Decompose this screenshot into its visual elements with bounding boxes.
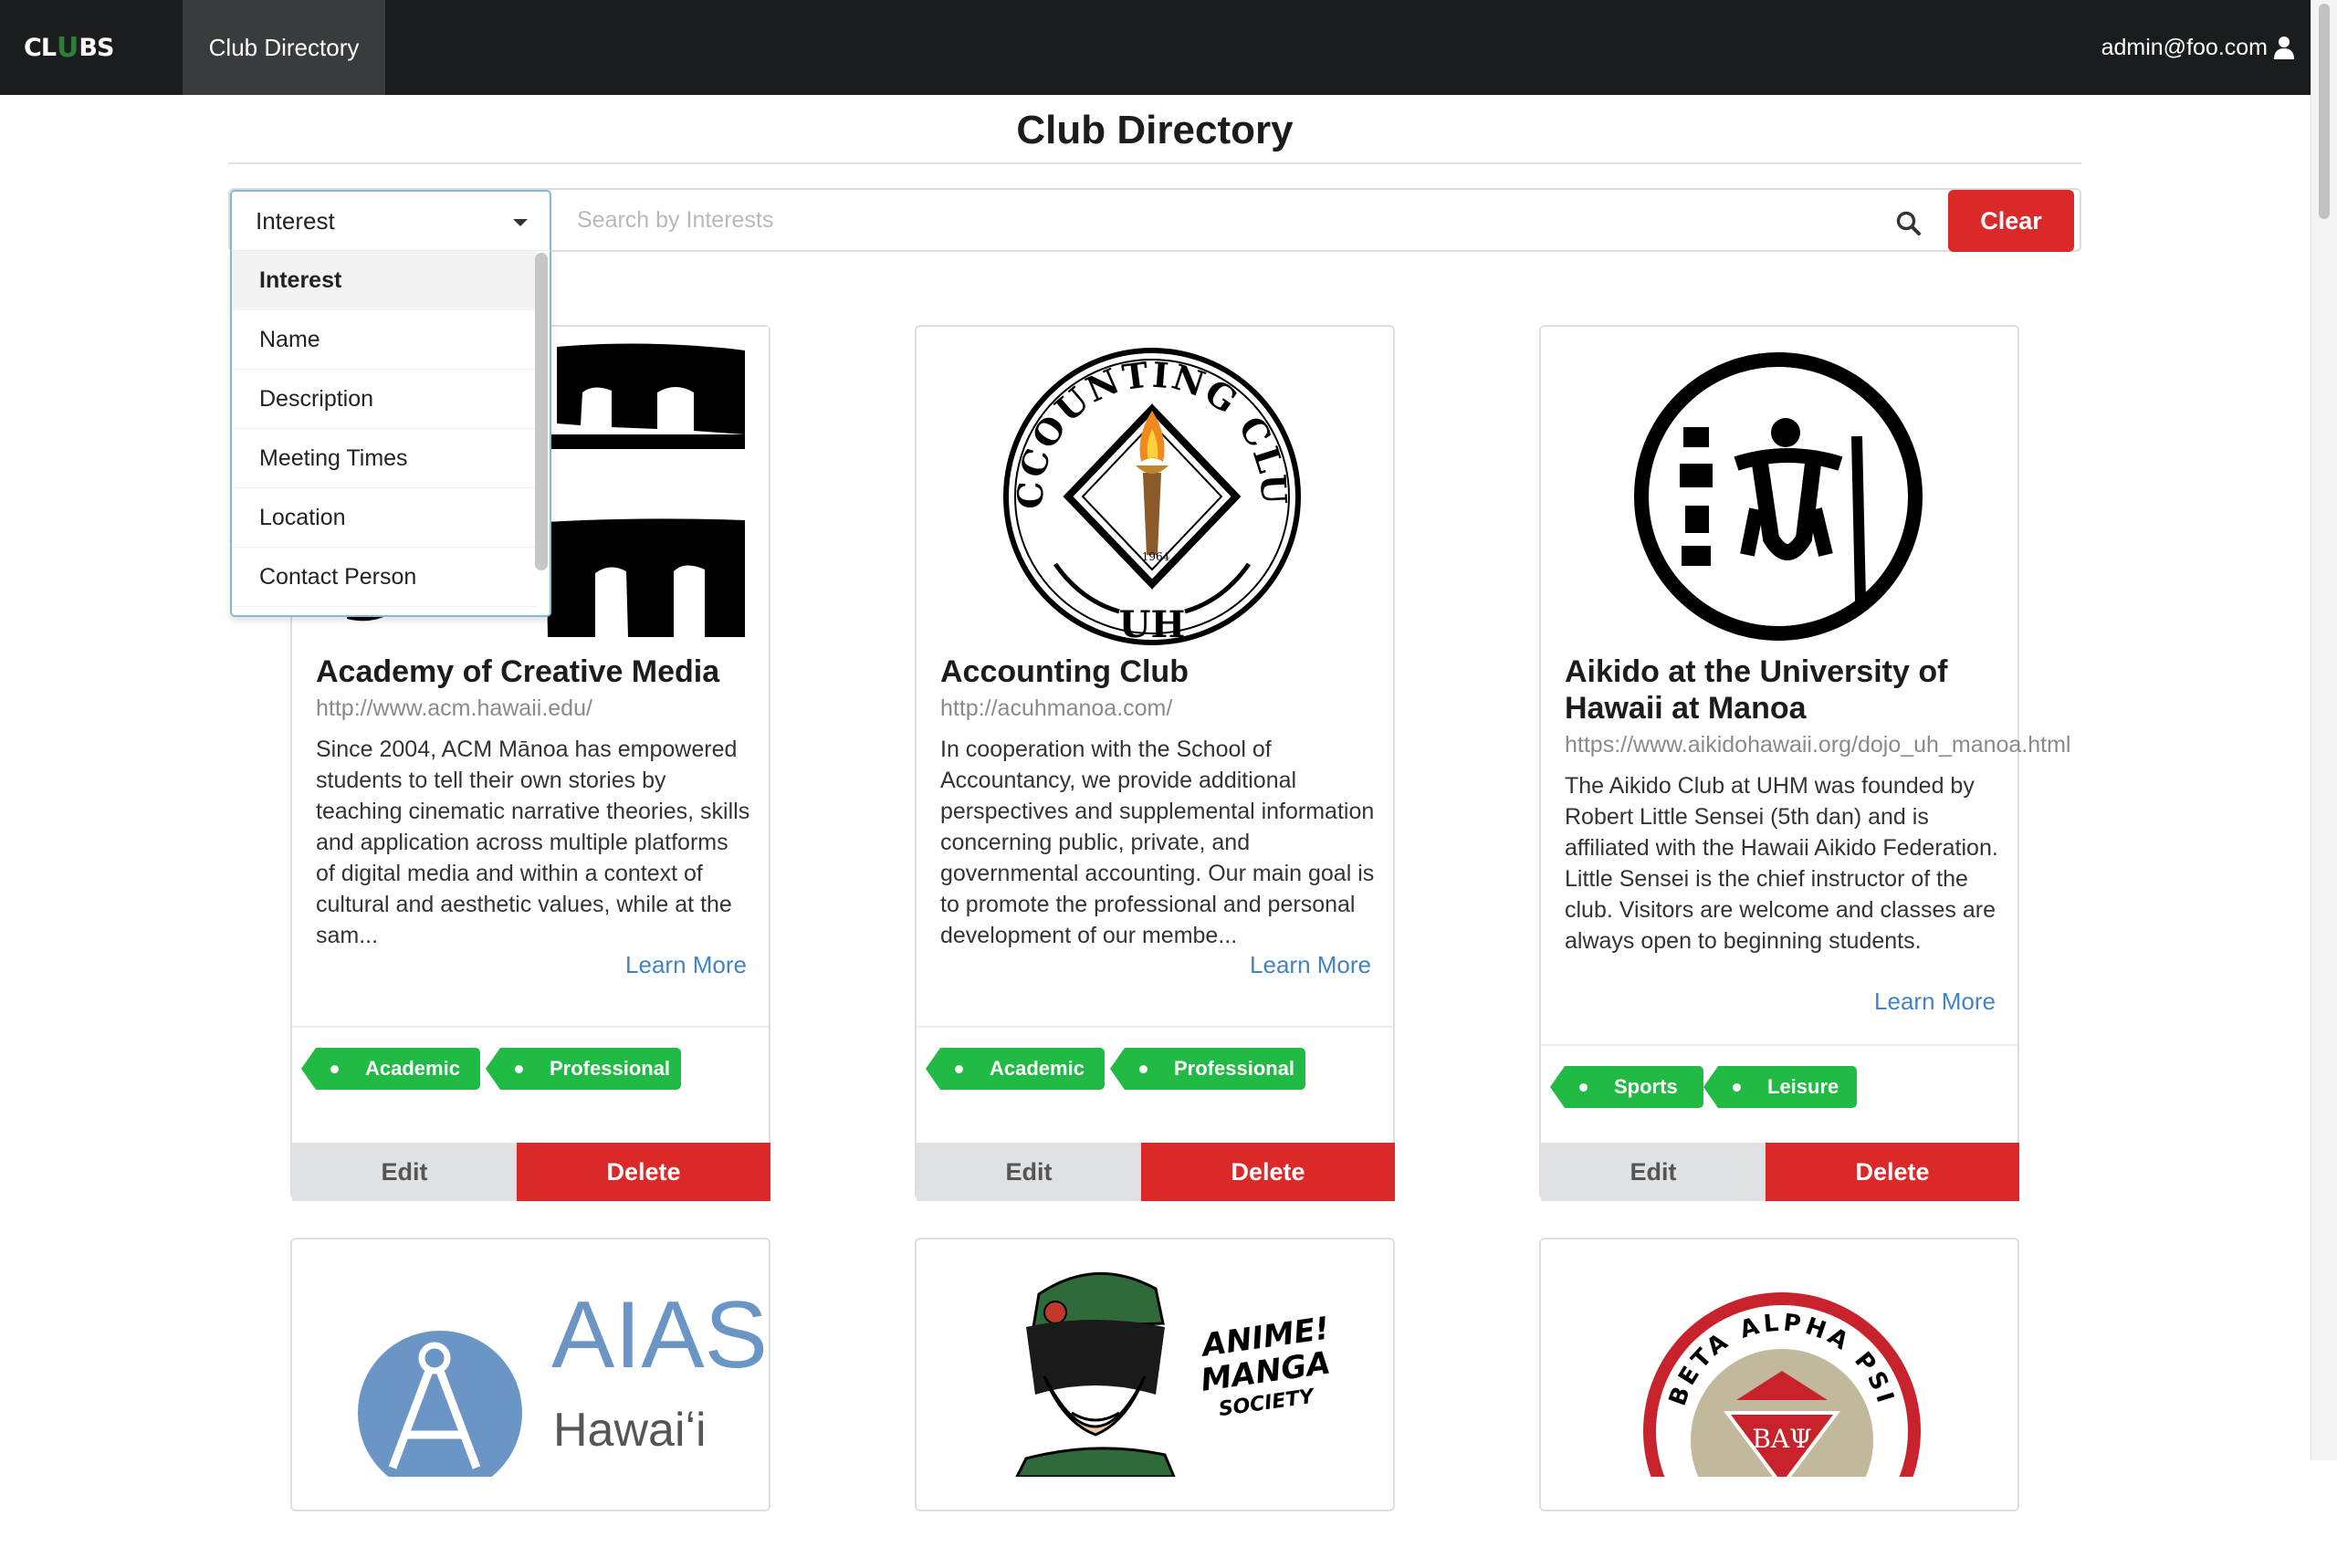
club-card: ANIME! MANGA SOCIETY (915, 1238, 1395, 1511)
card-divider (292, 1026, 769, 1028)
dropdown-option-name[interactable]: Name (232, 310, 537, 370)
user-menu[interactable]: admin@foo.com (2101, 0, 2295, 95)
page-scrollbar-thumb[interactable] (2319, 4, 2330, 219)
tag-label: Academic (990, 1057, 1085, 1080)
nav-item-label: Club Directory (208, 33, 360, 61)
club-description: Since 2004, ACM Mānoa has empowered stud… (316, 737, 750, 948)
club-url[interactable]: https://www.aikidohawaii.org/dojo_uh_man… (1565, 732, 2070, 758)
logo-bottom-text: UH (1119, 603, 1186, 646)
search-placeholder: Search by Interests (577, 206, 774, 233)
logo-letters: BAΨ (1752, 1424, 1811, 1454)
club-logo-image (1541, 327, 2017, 655)
club-card: ACCOUNTING CLUB UH 1964 Accounting Club … (915, 325, 1395, 1201)
club-description: The Aikido Club at UHM was founded by Ro… (1565, 773, 1998, 954)
club-title[interactable]: Aikido at the University of Hawaii at Ma… (1565, 653, 1994, 727)
anime-manga-logo: ANIME! MANGA SOCIETY (1014, 1272, 1333, 1479)
tag-dot-icon (1139, 1065, 1148, 1073)
learn-more-link[interactable]: Learn More (625, 951, 747, 979)
card-divider (1541, 1044, 2017, 1046)
aias-logo: AIAS Hawaiʻi (358, 1282, 768, 1495)
club-title[interactable]: Accounting Club (940, 653, 1369, 690)
accounting-club-logo: ACCOUNTING CLUB UH 1964 (917, 327, 1301, 646)
club-card: Aikido at the University of Hawaii at Ma… (1539, 325, 2070, 1201)
user-icon (2274, 37, 2294, 59)
delete-button[interactable]: Delete (1141, 1143, 1395, 1201)
clear-button[interactable]: Clear (1948, 190, 2074, 252)
club-url[interactable]: http://www.acm.hawaii.edu/ (316, 695, 592, 722)
learn-more-link[interactable]: Learn More (1874, 988, 1996, 1016)
logo-year: 1964 (1142, 550, 1170, 563)
delete-button[interactable]: Delete (1766, 1143, 2019, 1201)
tag-dot-icon (515, 1065, 523, 1073)
aikido-logo (1634, 352, 1923, 641)
dropdown-option-interest[interactable]: Interest (232, 251, 537, 310)
dropdown-option-contact-person[interactable]: Contact Person (232, 548, 537, 607)
edit-button[interactable]: Edit (292, 1143, 517, 1201)
logo-text: ANIME! MANGA SOCIETY (1197, 1311, 1333, 1422)
brand-prefix: CL (24, 33, 57, 62)
tag-professional[interactable]: Professional (486, 1048, 681, 1090)
tag-academic[interactable]: Academic (926, 1048, 1105, 1090)
tag-label: Academic (365, 1057, 460, 1080)
page-title: Club Directory (1016, 108, 1294, 152)
dropdown-option-description[interactable]: Description (232, 370, 537, 429)
search-field-dropdown: Interest Name Description Meeting Times … (230, 250, 551, 617)
delete-button[interactable]: Delete (517, 1143, 770, 1201)
tag-dot-icon (1733, 1083, 1741, 1092)
brand-logo[interactable]: CL U BS (24, 31, 161, 64)
club-card: BETA ALPHA PSI BAΨ (1539, 1238, 2019, 1568)
club-description: In cooperation with the School of Accoun… (940, 737, 1375, 948)
learn-more-link[interactable]: Learn More (1250, 951, 1371, 979)
edit-button[interactable]: Edit (1541, 1143, 1766, 1201)
dropdown-option-meeting-times[interactable]: Meeting Times (232, 429, 537, 488)
club-logo-image: BETA ALPHA PSI BAΨ (1541, 1239, 2017, 1568)
tag-professional[interactable]: Professional (1110, 1048, 1305, 1090)
brand-suffix: BS (79, 33, 114, 62)
club-title[interactable]: Academy of Creative Media (316, 653, 745, 690)
search-field-select[interactable]: Interest (230, 190, 551, 250)
tag-dot-icon (955, 1065, 963, 1073)
dropdown-scrollbar-thumb[interactable] (535, 253, 548, 570)
search-icon[interactable] (1895, 210, 1923, 237)
club-logo-image: AIAS Hawaiʻi (292, 1239, 769, 1568)
tag-label: Leisure (1767, 1075, 1839, 1098)
search-input[interactable]: Search by Interests (555, 192, 1941, 248)
logo-text: AIAS (551, 1282, 768, 1388)
card-divider (917, 1026, 1393, 1028)
club-logo-image: ACCOUNTING CLUB UH 1964 (917, 327, 1393, 655)
club-url[interactable]: http://acuhmanoa.com/ (940, 695, 1172, 722)
edit-button[interactable]: Edit (917, 1143, 1141, 1201)
dropdown-scrollbar[interactable] (535, 253, 548, 570)
club-logo-image: ANIME! MANGA SOCIETY (917, 1239, 1393, 1568)
tag-label: Sports (1614, 1075, 1678, 1098)
search-field-selected: Interest (256, 206, 335, 235)
tag-leisure[interactable]: Leisure (1703, 1066, 1857, 1108)
tag-label: Professional (1174, 1057, 1295, 1080)
brand-mid: U (57, 31, 79, 64)
logo-subtext: Hawaiʻi (553, 1404, 707, 1457)
tag-sports[interactable]: Sports (1550, 1066, 1703, 1108)
tag-dot-icon (1579, 1083, 1588, 1092)
top-navbar: CL U BS Club Directory admin@foo.com (0, 0, 2311, 95)
nav-item-club-directory[interactable]: Club Directory (183, 0, 385, 95)
dropdown-option-location[interactable]: Location (232, 488, 537, 548)
page-scrollbar[interactable] (2311, 0, 2337, 1460)
tag-label: Professional (550, 1057, 671, 1080)
tag-academic[interactable]: Academic (301, 1048, 480, 1090)
caret-down-icon (513, 219, 528, 226)
user-email: admin@foo.com (2101, 34, 2268, 60)
club-card: AIAS Hawaiʻi (290, 1238, 770, 1511)
title-divider (228, 162, 2081, 164)
tag-dot-icon (330, 1065, 339, 1073)
beta-alpha-psi-logo: BETA ALPHA PSI BAΨ (1643, 1292, 1921, 1568)
